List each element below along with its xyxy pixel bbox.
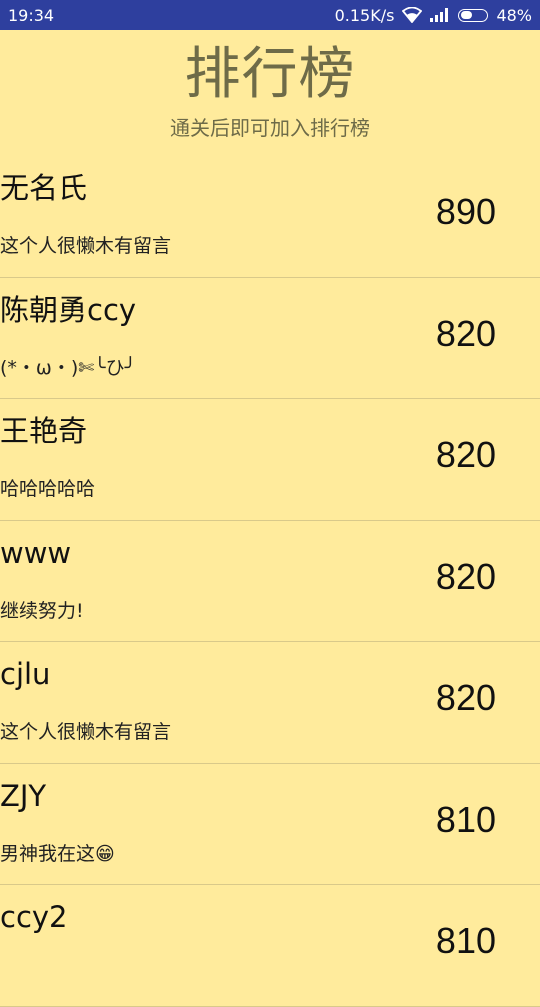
player-score: 820 (435, 434, 496, 475)
player-score: 810 (435, 798, 496, 840)
battery-percent: 48% (496, 5, 532, 25)
player-score: 820 (435, 677, 496, 718)
player-score: 820 (435, 555, 496, 597)
leaderboard-row[interactable]: ccy2 810 (0, 885, 540, 1007)
player-name: ccy2 (0, 900, 68, 934)
player-score: 810 (435, 920, 496, 961)
player-name: ZJY (0, 778, 47, 813)
player-name: 陈朝勇ccy (0, 292, 137, 327)
signal-icon (430, 8, 450, 22)
status-right: 0.15K/s 48% (335, 6, 532, 25)
player-name: 王艳奇 (0, 414, 88, 448)
player-message: 这个人很懒木有留言 (0, 721, 172, 743)
player-message: 继续努力! (0, 599, 84, 622)
leaderboard-row[interactable]: cjlu 这个人很懒木有留言 820 (0, 642, 540, 764)
status-bar: 19:34 0.15K/s 48% (0, 0, 540, 30)
leaderboard-row[interactable]: www 继续努力! 820 (0, 521, 540, 642)
leaderboard-row[interactable]: 陈朝勇ccy (*・ω・)✄╰ひ╯ 820 (0, 278, 540, 399)
battery-icon (458, 8, 489, 22)
wifi-icon (402, 7, 423, 23)
leaderboard-list: 无名氏 这个人很懒木有留言 890 陈朝勇ccy (*・ω・)✄╰ひ╯ 820 … (0, 156, 540, 1007)
player-message: 这个人很懒木有留言 (0, 235, 172, 257)
player-message: 男神我在这😁 (0, 842, 115, 865)
page-subtitle: 通关后即可加入排行榜 (170, 116, 370, 140)
leaderboard-row[interactable]: 无名氏 这个人很懒木有留言 890 (0, 156, 540, 278)
status-time: 19:34 (8, 5, 55, 25)
player-score: 820 (435, 312, 496, 354)
player-score: 890 (435, 191, 496, 232)
leaderboard-header: 排行榜 通关后即可加入排行榜 (0, 30, 540, 156)
player-name: www (0, 535, 72, 570)
leaderboard-row[interactable]: 王艳奇 哈哈哈哈哈 820 (0, 399, 540, 521)
player-name: cjlu (0, 657, 51, 691)
player-name: 无名氏 (0, 171, 88, 205)
player-message: (*・ω・)✄╰ひ╯ (0, 356, 137, 379)
player-message: 哈哈哈哈哈 (0, 478, 96, 500)
leaderboard-row[interactable]: ZJY 男神我在这😁 810 (0, 764, 540, 885)
page-title: 排行榜 (184, 42, 356, 107)
network-speed: 0.15K/s (334, 5, 395, 25)
